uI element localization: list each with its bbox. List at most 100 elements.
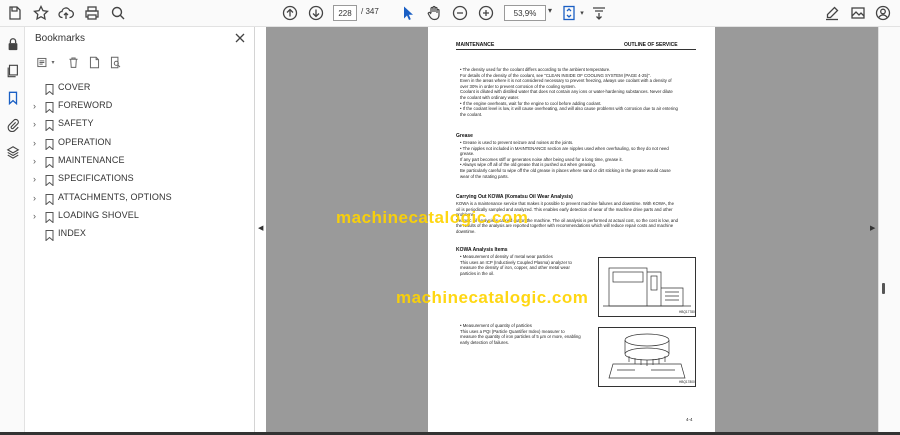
zoom-level-input[interactable]: 53,9% <box>504 5 546 21</box>
bookmark-flag-icon <box>45 118 54 132</box>
sign-pen-icon[interactable] <box>822 3 842 23</box>
chevron-right-icon[interactable]: › <box>33 211 41 221</box>
bookmark-item-index[interactable]: INDEX <box>25 225 255 243</box>
chevron-right-icon[interactable]: › <box>33 119 41 129</box>
account-icon[interactable] <box>873 3 893 23</box>
bookmark-star-icon[interactable] <box>31 3 51 23</box>
zoom-in-icon[interactable] <box>476 3 496 23</box>
bookmark-label: LOADING SHOVEL <box>58 210 139 220</box>
text-line: Be particularly careful to wipe off the … <box>460 167 671 173</box>
bookmark-item-loading-shovel[interactable]: › LOADING SHOVEL <box>25 207 255 225</box>
chevron-right-icon[interactable]: › <box>33 174 41 184</box>
bookmark-label: OPERATION <box>58 137 112 147</box>
bookmark-flag-icon <box>45 228 54 242</box>
bookmarks-panel: Bookmarks ▾ COVER › FOREWORD › SAFETY › … <box>25 27 255 432</box>
bookmark-item-cover[interactable]: COVER <box>25 79 255 97</box>
delete-bookmark-icon[interactable] <box>65 55 81 69</box>
collapse-panel-icon[interactable]: ◀ <box>258 224 263 232</box>
zoom-search-icon[interactable] <box>108 3 128 23</box>
main-toolbar: 228 / 347 53,9% ▾ ▾ <box>0 0 900 27</box>
bookmark-flag-icon <box>45 155 54 169</box>
next-page-icon[interactable] <box>306 3 326 23</box>
fit-dropdown-icon[interactable]: ▾ <box>577 3 587 23</box>
bookmark-flag-icon <box>45 192 54 206</box>
text-line: • The nipples not included in MAINTENANC… <box>460 145 669 151</box>
kowa-heading: Carrying Out KOWA (Komatsu Oil Wear Anal… <box>456 194 573 200</box>
text-line: downtime. <box>456 228 476 234</box>
bookmark-item-foreword[interactable]: › FOREWORD <box>25 97 255 115</box>
save-icon[interactable] <box>5 3 25 23</box>
bookmark-item-maintenance[interactable]: › MAINTENANCE <box>25 152 255 170</box>
icp-analyzer-figure: HBQ17780 <box>598 257 696 317</box>
print-icon[interactable] <box>82 3 102 23</box>
options-menu-icon[interactable]: ▾ <box>35 55 57 69</box>
grease-notes: • Grease is used to prevent seizure and … <box>460 140 705 179</box>
pages-icon[interactable] <box>4 62 21 79</box>
text-line: the coolant. <box>460 111 483 117</box>
page-header-section: MAINTENANCE <box>456 42 495 48</box>
vertical-scrollbar[interactable] <box>878 27 900 432</box>
lock-icon[interactable] <box>4 35 21 52</box>
previous-page-icon[interactable] <box>280 3 300 23</box>
new-bookmark-icon[interactable] <box>86 55 102 69</box>
page-number-input[interactable]: 228 <box>333 5 357 21</box>
bookmarks-panel-title: Bookmarks <box>35 33 86 44</box>
bookmark-icon[interactable] <box>4 89 21 106</box>
cloud-upload-icon[interactable] <box>56 3 76 23</box>
chevron-right-icon[interactable]: › <box>33 138 41 148</box>
hand-tool-icon[interactable] <box>424 3 444 23</box>
figure-caption: HBQ17780 <box>679 310 695 314</box>
bookmark-label: INDEX <box>58 228 87 238</box>
fit-page-icon[interactable] <box>559 3 579 23</box>
document-viewport[interactable]: MAINTENANCE OUTLINE OF SERVICE • The den… <box>266 27 878 432</box>
analysis-item-pqi: • Measurement of quantity of particles T… <box>460 323 600 345</box>
bookmark-flag-icon <box>45 82 54 96</box>
zoom-out-icon[interactable] <box>450 3 470 23</box>
header-divider <box>456 49 696 50</box>
watermark-bottom: machinecatalogic.com <box>396 288 589 307</box>
bookmark-flag-icon <box>45 100 54 114</box>
icp-analyzer-illustration <box>603 267 691 307</box>
page-header-title: OUTLINE OF SERVICE <box>624 42 678 48</box>
bookmark-flag-icon <box>45 173 54 187</box>
attachment-icon[interactable] <box>4 116 21 133</box>
scroll-mode-icon[interactable] <box>589 3 609 23</box>
pqi-measurer-illustration <box>608 333 686 379</box>
chevron-right-icon[interactable]: › <box>33 193 41 203</box>
watermark-top: machinecatalogic.com <box>336 208 529 227</box>
text-line: measure the quantity of iron particles o… <box>460 334 581 340</box>
pdf-page: MAINTENANCE OUTLINE OF SERVICE • The den… <box>428 27 715 432</box>
bookmark-item-operation[interactable]: › OPERATION <box>25 134 255 152</box>
grease-heading: Grease <box>456 133 473 139</box>
bookmark-label: ATTACHMENTS, OPTIONS <box>58 192 172 202</box>
bookmark-label: MAINTENANCE <box>58 155 125 165</box>
text-line: KOWA is a maintenance service that makes… <box>456 201 674 206</box>
bookmark-item-attachments-options[interactable]: › ATTACHMENTS, OPTIONS <box>25 189 255 207</box>
scrollbar-thumb[interactable] <box>882 283 885 294</box>
page-number: 4-4 <box>686 417 693 422</box>
analysis-items-heading: KOWA Analysis Items <box>456 247 508 253</box>
bookmark-flag-icon <box>45 210 54 224</box>
bookmark-label: COVER <box>58 82 91 92</box>
expand-panel-icon[interactable]: ▶ <box>870 224 875 232</box>
bookmark-label: SPECIFICATIONS <box>58 173 134 183</box>
share-image-icon[interactable] <box>848 3 868 23</box>
analysis-item-icp: • Measurement of density of metal wear p… <box>460 254 600 276</box>
select-cursor-icon[interactable] <box>398 3 418 23</box>
pqi-measurer-figure: HBQ17800 <box>598 327 696 387</box>
bookmark-item-safety[interactable]: › SAFETY <box>25 115 255 133</box>
navigation-rail <box>0 27 25 435</box>
page-total-label: / 347 <box>361 7 379 16</box>
coolant-notes: • The density used for the coolant diffe… <box>460 67 705 117</box>
layers-icon[interactable] <box>4 143 21 160</box>
chevron-right-icon[interactable]: › <box>33 156 41 166</box>
close-icon[interactable] <box>234 31 246 43</box>
bookmark-item-specifications[interactable]: › SPECIFICATIONS <box>25 170 255 188</box>
zoom-dropdown-icon[interactable]: ▾ <box>548 6 552 15</box>
chevron-right-icon[interactable]: › <box>33 101 41 111</box>
bookmark-label: SAFETY <box>58 118 94 128</box>
bookmark-label: FOREWORD <box>58 100 113 110</box>
text-line: particles in the oil. <box>460 270 495 276</box>
find-bookmark-icon[interactable] <box>107 55 123 69</box>
figure-caption: HBQ17800 <box>679 380 695 384</box>
